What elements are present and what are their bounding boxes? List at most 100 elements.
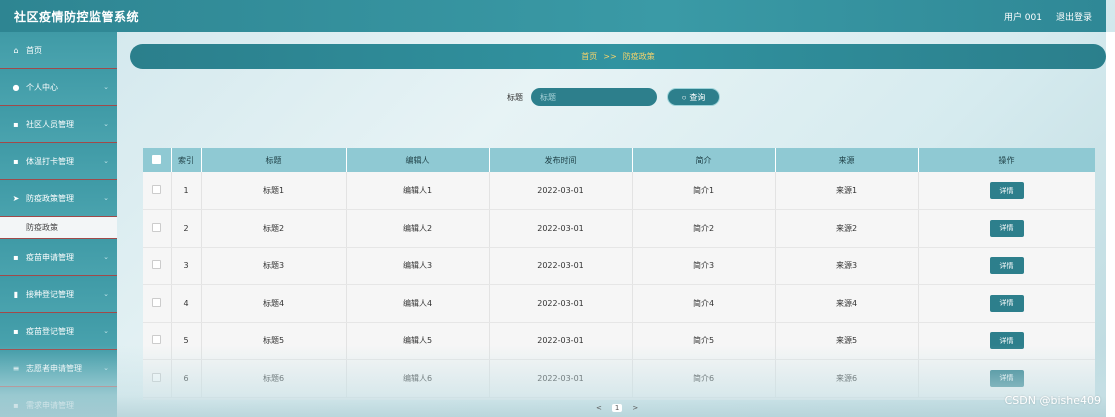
sidebar-item-4[interactable]: ➤ 防疫政策管理 ⌄ [0, 180, 117, 217]
sidebar-item-0[interactable]: ⌂ 首页 [0, 32, 117, 69]
cell-title: 标题3 [201, 247, 347, 285]
cell-editor: 编辑人6 [346, 359, 490, 398]
detail-button[interactable]: 详情 [989, 257, 1024, 275]
chevron-down-icon: ⌄ [103, 120, 109, 128]
row-checkbox[interactable] [152, 335, 162, 345]
row-select-cell [143, 209, 172, 248]
cell-source: 来源5 [775, 322, 919, 360]
sidebar-item-7[interactable]: ▪ 疫苗登记管理 ⌄ [0, 313, 117, 350]
cell-title: 标题4 [201, 284, 347, 323]
cell-date: 2022-03-01 [489, 172, 633, 210]
cell-editor: 编辑人2 [346, 209, 490, 248]
pagination: < 1 > [596, 404, 638, 412]
sidebar-item-label: 首页 [26, 45, 42, 55]
sidebar-item-content: ▪ 疫苗登记管理 [12, 326, 74, 337]
cell-editor: 编辑人4 [346, 284, 490, 323]
home-icon: ⌂ [13, 45, 19, 55]
row-select-cell [143, 359, 172, 398]
detail-button[interactable]: 详情 [989, 182, 1024, 199]
sidebar: ⌂ 首页 ● 个人中心 ⌄ ▪ 社区人员管理 ⌄ ▪ 体温打卡管理 ⌄ ➤ 防疫政策管理 ⌄ 防疫政策 ▪ 疫苗… [0, 32, 117, 417]
sidebar-item-label: 接种登记管理 [26, 289, 74, 299]
select-all-checkbox[interactable] [152, 154, 162, 164]
sidebar-item-3[interactable]: ▪ 体温打卡管理 ⌄ [0, 143, 117, 180]
cell-intro: 简介4 [632, 284, 776, 323]
detail-button[interactable]: 详情 [989, 219, 1024, 237]
cell-index: 6 [171, 359, 202, 398]
detail-button[interactable]: 详情 [989, 294, 1024, 312]
chevron-down-icon: ⌄ [103, 157, 109, 165]
sidebar-subitem-policy[interactable]: 防疫政策 [0, 217, 117, 239]
detail-button[interactable]: 详情 [989, 332, 1024, 350]
cell-intro: 简介3 [632, 247, 776, 285]
sidebar-item-9[interactable]: ▪ 需求申请管理 [0, 387, 117, 417]
row-checkbox[interactable] [152, 372, 162, 382]
cell-editor: 编辑人1 [346, 172, 490, 210]
pager-page[interactable]: 1 [611, 404, 623, 412]
detail-button[interactable]: 详情 [989, 369, 1024, 387]
cell-index: 1 [171, 172, 202, 210]
pager-next[interactable]: > [632, 404, 638, 412]
cell-date: 2022-03-01 [489, 322, 633, 360]
sidebar-item-2[interactable]: ▪ 社区人员管理 ⌄ [0, 106, 117, 143]
cell-source: 来源2 [775, 209, 919, 248]
trash-icon: ▮ [13, 289, 19, 299]
cell-editor: 编辑人3 [346, 247, 490, 285]
header-source: 来源 [775, 148, 919, 172]
sidebar-item-label: 防疫政策管理 [26, 193, 74, 203]
cell-title: 标题1 [201, 172, 347, 210]
row-checkbox[interactable] [152, 260, 162, 270]
breadcrumb-current: 防疫政策 [622, 52, 655, 61]
send-icon: ➤ [12, 193, 20, 203]
table-row: 2 标题2 编辑人2 2022-03-01 简介2 来源2 详情 [143, 209, 1095, 248]
search-icon: ○ [681, 92, 687, 102]
cell-title: 标题5 [201, 322, 347, 360]
user-label[interactable]: 用户 001 [1004, 10, 1042, 23]
cell-title: 标题2 [201, 209, 347, 248]
cell-date: 2022-03-01 [489, 247, 633, 285]
search-button[interactable]: ○ 查询 [667, 88, 720, 106]
cell-action: 详情 [918, 359, 1095, 398]
row-checkbox[interactable] [152, 185, 162, 194]
sidebar-item-content: ▪ 体温打卡管理 [12, 156, 74, 167]
table-row: 3 标题3 编辑人3 2022-03-01 简介3 来源3 详情 [143, 247, 1095, 285]
row-checkbox[interactable] [152, 297, 162, 307]
chevron-down-icon: ⌄ [103, 194, 109, 202]
grid-icon: ▪ [13, 119, 19, 129]
scrollbar[interactable] [1106, 32, 1115, 417]
cell-date: 2022-03-01 [489, 284, 633, 323]
table-row: 6 标题6 编辑人6 2022-03-01 简介6 来源6 详情 [143, 359, 1095, 398]
sidebar-item-8[interactable]: ≡ 志愿者申请管理 ⌄ [0, 350, 117, 387]
cell-index: 5 [171, 322, 202, 360]
table-row: 1 标题1 编辑人1 2022-03-01 简介1 来源1 详情 [143, 172, 1095, 210]
watermark: CSDN @bishe409 [1004, 394, 1101, 407]
breadcrumb-home[interactable]: 首页 [581, 51, 597, 62]
header-action: 操作 [918, 148, 1095, 172]
cell-source: 来源4 [775, 284, 919, 323]
header-actions: 用户 001 退出登录 [1004, 10, 1092, 23]
header-intro: 简介 [632, 148, 776, 172]
sidebar-item-content: ➤ 防疫政策管理 [12, 193, 74, 204]
row-checkbox[interactable] [152, 222, 162, 232]
sidebar-item-5[interactable]: ▪ 疫苗申请管理 ⌄ [0, 239, 117, 276]
chevron-down-icon: ⌄ [103, 327, 109, 335]
logout-button[interactable]: 退出登录 [1056, 10, 1092, 23]
search-input[interactable] [531, 88, 657, 106]
list-icon: ≡ [12, 363, 20, 373]
chevron-down-icon: ⌄ [103, 290, 109, 298]
sidebar-item-1[interactable]: ● 个人中心 ⌄ [0, 69, 117, 106]
pager-prev[interactable]: < [596, 404, 602, 412]
breadcrumb: 首页 >> 防疫政策 [130, 44, 1106, 69]
cell-index: 4 [171, 284, 202, 323]
row-select-cell [143, 247, 172, 285]
chevron-down-icon: ⌄ [103, 364, 109, 372]
row-select-cell [143, 284, 172, 323]
cell-intro: 简介5 [632, 322, 776, 360]
sidebar-item-6[interactable]: ▮ 接种登记管理 ⌄ [0, 276, 117, 313]
grid-icon: ▪ [13, 400, 19, 410]
sidebar-item-label: 需求申请管理 [26, 400, 74, 410]
cell-source: 来源6 [775, 359, 919, 398]
sidebar-item-content: ● 个人中心 [12, 82, 59, 93]
cell-index: 2 [171, 209, 202, 248]
header-index: 索引 [171, 148, 202, 172]
sidebar-item-label: 社区人员管理 [26, 119, 74, 129]
